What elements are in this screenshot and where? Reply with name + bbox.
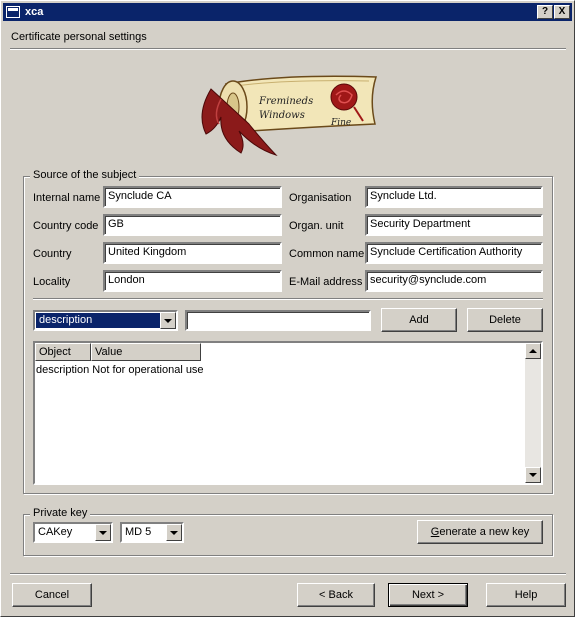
window-title: xca xyxy=(25,6,44,18)
chevron-down-icon[interactable] xyxy=(95,524,111,541)
back-button[interactable]: < Back xyxy=(297,583,375,607)
scroll-up-button[interactable] xyxy=(525,343,541,359)
country-input[interactable]: United Kingdom xyxy=(103,242,282,264)
locality-input[interactable]: London xyxy=(103,270,282,292)
organisation-label: Organisation xyxy=(289,192,352,204)
window-app-icon xyxy=(6,6,20,18)
chevron-down-icon[interactable] xyxy=(166,524,182,541)
row-object-cell: description xyxy=(36,364,90,376)
private-key-selected: CAKey xyxy=(38,526,73,538)
organ-unit-input[interactable]: Security Department xyxy=(365,214,543,236)
table-row[interactable]: description Not for operational use xyxy=(36,364,204,376)
logo-text-line3: Fine xyxy=(331,118,352,128)
common-name-label: Common name xyxy=(289,248,365,260)
header-divider xyxy=(10,48,566,50)
title-bar[interactable]: xca ? X xyxy=(3,3,572,21)
attribute-type-selected: description xyxy=(36,313,160,328)
internal-name-input[interactable]: Synclude CA xyxy=(103,186,282,208)
generate-key-button[interactable]: Generate a new key xyxy=(417,520,543,544)
generate-key-label: enerate a new key xyxy=(439,526,530,538)
vertical-scrollbar-track[interactable] xyxy=(525,359,541,467)
logo-text-line1: Fremineds xyxy=(259,96,314,107)
country-code-input[interactable]: GB xyxy=(103,214,282,236)
next-button[interactable]: Next > xyxy=(388,583,468,607)
page-subtitle: Certificate personal settings xyxy=(11,31,147,43)
xca-dialog: xca ? X Certificate personal settings Fr… xyxy=(0,0,575,617)
email-input[interactable]: security@synclude.com xyxy=(365,270,543,292)
chevron-down-icon[interactable] xyxy=(160,312,176,329)
common-name-input[interactable]: Synclude Certification Authority xyxy=(365,242,543,264)
arrow-up-icon xyxy=(529,349,537,353)
email-label: E-Mail address xyxy=(289,276,363,288)
arrow-down-icon xyxy=(529,473,537,477)
internal-name-label: Internal name xyxy=(33,192,101,204)
organisation-input[interactable]: Synclude Ltd. xyxy=(365,186,543,208)
generate-key-mnemonic: G xyxy=(430,526,440,538)
row-value-cell: Not for operational use xyxy=(92,364,204,376)
close-title-button[interactable]: X xyxy=(554,5,570,19)
scroll-down-button[interactable] xyxy=(525,467,541,483)
organ-unit-label: Organ. unit xyxy=(289,220,344,232)
subject-group-legend: Source of the subject xyxy=(30,169,140,181)
add-button[interactable]: Add xyxy=(381,308,457,332)
locality-label: Locality xyxy=(33,276,71,288)
help-button[interactable]: Help xyxy=(486,583,566,607)
country-label: Country xyxy=(33,248,72,260)
footer-divider xyxy=(10,573,566,575)
column-header-value[interactable]: Value xyxy=(91,343,201,361)
attributes-table[interactable]: Object Value description Not for operati… xyxy=(33,341,543,485)
country-code-label: Country code xyxy=(33,220,99,232)
logo-text-line2: Windows xyxy=(259,110,305,121)
private-key-legend: Private key xyxy=(30,507,91,519)
cancel-button[interactable]: Cancel xyxy=(12,583,92,607)
column-header-object[interactable]: Object xyxy=(35,343,91,361)
private-key-select[interactable]: CAKey xyxy=(33,522,113,543)
delete-button[interactable]: Delete xyxy=(467,308,543,332)
help-title-button[interactable]: ? xyxy=(537,5,553,19)
subject-divider xyxy=(33,298,543,300)
attribute-type-select[interactable]: description xyxy=(33,310,178,331)
hash-algorithm-select[interactable]: MD 5 xyxy=(120,522,184,543)
hash-algorithm-selected: MD 5 xyxy=(125,526,152,538)
attribute-value-input[interactable] xyxy=(185,310,371,331)
